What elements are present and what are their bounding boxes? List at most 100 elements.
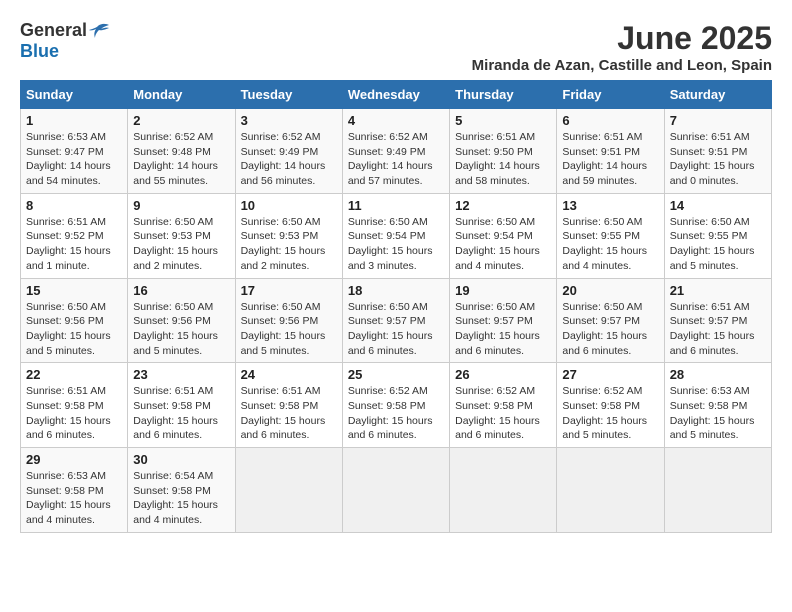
sunset-text: Sunset: 9:58 PM [26,400,104,412]
sunrise-text: Sunrise: 6:52 AM [348,385,428,397]
calendar-week-row: 22 Sunrise: 6:51 AM Sunset: 9:58 PM Dayl… [21,363,772,448]
sunrise-text: Sunrise: 6:51 AM [670,131,750,143]
sunset-text: Sunset: 9:58 PM [241,400,319,412]
day-info: Sunrise: 6:50 AM Sunset: 9:56 PM Dayligh… [26,300,122,359]
sunrise-text: Sunrise: 6:50 AM [455,301,535,313]
day-number: 21 [670,283,766,298]
daylight-text: Daylight: 15 hours and 2 minutes. [241,245,326,272]
title-block: June 2025 Miranda de Azan, Castille and … [472,20,772,74]
sunrise-text: Sunrise: 6:50 AM [241,216,321,228]
sunrise-text: Sunrise: 6:53 AM [670,385,750,397]
day-number: 25 [348,367,444,382]
calendar-cell: 13 Sunrise: 6:50 AM Sunset: 9:55 PM Dayl… [557,193,664,278]
header-monday: Monday [128,81,235,109]
sunrise-text: Sunrise: 6:51 AM [26,216,106,228]
calendar-cell: 9 Sunrise: 6:50 AM Sunset: 9:53 PM Dayli… [128,193,235,278]
day-info: Sunrise: 6:50 AM Sunset: 9:57 PM Dayligh… [562,300,658,359]
day-info: Sunrise: 6:50 AM Sunset: 9:55 PM Dayligh… [562,215,658,274]
daylight-text: Daylight: 15 hours and 6 minutes. [26,415,111,442]
calendar-cell: 17 Sunrise: 6:50 AM Sunset: 9:56 PM Dayl… [235,278,342,363]
day-number: 18 [348,283,444,298]
daylight-text: Daylight: 15 hours and 5 minutes. [670,415,755,442]
day-number: 7 [670,113,766,128]
day-number: 6 [562,113,658,128]
calendar-week-row: 29 Sunrise: 6:53 AM Sunset: 9:58 PM Dayl… [21,448,772,533]
sunset-text: Sunset: 9:50 PM [455,146,533,158]
daylight-text: Daylight: 15 hours and 6 minutes. [562,330,647,357]
day-number: 2 [133,113,229,128]
sunset-text: Sunset: 9:57 PM [348,315,426,327]
day-info: Sunrise: 6:50 AM Sunset: 9:53 PM Dayligh… [133,215,229,274]
day-info: Sunrise: 6:50 AM Sunset: 9:54 PM Dayligh… [348,215,444,274]
sunset-text: Sunset: 9:57 PM [562,315,640,327]
day-number: 10 [241,198,337,213]
daylight-text: Daylight: 15 hours and 6 minutes. [670,330,755,357]
day-info: Sunrise: 6:51 AM Sunset: 9:57 PM Dayligh… [670,300,766,359]
sunset-text: Sunset: 9:49 PM [348,146,426,158]
sunrise-text: Sunrise: 6:51 AM [26,385,106,397]
daylight-text: Daylight: 15 hours and 4 minutes. [562,245,647,272]
sunrise-text: Sunrise: 6:51 AM [455,131,535,143]
sunrise-text: Sunrise: 6:51 AM [133,385,213,397]
day-number: 16 [133,283,229,298]
day-number: 29 [26,452,122,467]
calendar-cell: 28 Sunrise: 6:53 AM Sunset: 9:58 PM Dayl… [664,363,771,448]
sunrise-text: Sunrise: 6:52 AM [133,131,213,143]
day-info: Sunrise: 6:51 AM Sunset: 9:58 PM Dayligh… [26,384,122,443]
sunset-text: Sunset: 9:54 PM [348,230,426,242]
day-info: Sunrise: 6:52 AM Sunset: 9:49 PM Dayligh… [348,130,444,189]
daylight-text: Daylight: 15 hours and 1 minute. [26,245,111,272]
day-info: Sunrise: 6:52 AM Sunset: 9:58 PM Dayligh… [455,384,551,443]
day-info: Sunrise: 6:51 AM Sunset: 9:50 PM Dayligh… [455,130,551,189]
calendar-cell: 30 Sunrise: 6:54 AM Sunset: 9:58 PM Dayl… [128,448,235,533]
daylight-text: Daylight: 15 hours and 4 minutes. [26,499,111,526]
daylight-text: Daylight: 15 hours and 5 minutes. [26,330,111,357]
day-info: Sunrise: 6:54 AM Sunset: 9:58 PM Dayligh… [133,469,229,528]
calendar-cell: 7 Sunrise: 6:51 AM Sunset: 9:51 PM Dayli… [664,109,771,194]
header-wednesday: Wednesday [342,81,449,109]
daylight-text: Daylight: 15 hours and 5 minutes. [670,245,755,272]
sunrise-text: Sunrise: 6:50 AM [241,301,321,313]
logo: General Blue [20,20,109,62]
daylight-text: Daylight: 15 hours and 5 minutes. [241,330,326,357]
sunset-text: Sunset: 9:52 PM [26,230,104,242]
sunrise-text: Sunrise: 6:50 AM [562,216,642,228]
day-number: 23 [133,367,229,382]
daylight-text: Daylight: 15 hours and 2 minutes. [133,245,218,272]
calendar-cell: 23 Sunrise: 6:51 AM Sunset: 9:58 PM Dayl… [128,363,235,448]
calendar-week-row: 1 Sunrise: 6:53 AM Sunset: 9:47 PM Dayli… [21,109,772,194]
day-number: 20 [562,283,658,298]
sunset-text: Sunset: 9:58 PM [348,400,426,412]
sunrise-text: Sunrise: 6:50 AM [348,216,428,228]
sunset-text: Sunset: 9:58 PM [455,400,533,412]
month-title: June 2025 [472,20,772,57]
calendar-cell [450,448,557,533]
day-info: Sunrise: 6:50 AM Sunset: 9:57 PM Dayligh… [455,300,551,359]
daylight-text: Daylight: 14 hours and 55 minutes. [133,160,218,187]
daylight-text: Daylight: 14 hours and 54 minutes. [26,160,111,187]
sunset-text: Sunset: 9:56 PM [241,315,319,327]
sunset-text: Sunset: 9:53 PM [133,230,211,242]
sunrise-text: Sunrise: 6:50 AM [26,301,106,313]
calendar-cell: 2 Sunrise: 6:52 AM Sunset: 9:48 PM Dayli… [128,109,235,194]
calendar-cell: 25 Sunrise: 6:52 AM Sunset: 9:58 PM Dayl… [342,363,449,448]
day-number: 27 [562,367,658,382]
day-number: 24 [241,367,337,382]
day-number: 19 [455,283,551,298]
header-tuesday: Tuesday [235,81,342,109]
header-sunday: Sunday [21,81,128,109]
day-info: Sunrise: 6:51 AM Sunset: 9:51 PM Dayligh… [562,130,658,189]
sunrise-text: Sunrise: 6:50 AM [455,216,535,228]
day-info: Sunrise: 6:51 AM Sunset: 9:52 PM Dayligh… [26,215,122,274]
calendar-cell [342,448,449,533]
day-number: 3 [241,113,337,128]
calendar-week-row: 8 Sunrise: 6:51 AM Sunset: 9:52 PM Dayli… [21,193,772,278]
daylight-text: Daylight: 14 hours and 58 minutes. [455,160,540,187]
sunrise-text: Sunrise: 6:52 AM [348,131,428,143]
sunrise-text: Sunrise: 6:51 AM [241,385,321,397]
day-info: Sunrise: 6:51 AM Sunset: 9:58 PM Dayligh… [133,384,229,443]
calendar-cell: 14 Sunrise: 6:50 AM Sunset: 9:55 PM Dayl… [664,193,771,278]
calendar-week-row: 15 Sunrise: 6:50 AM Sunset: 9:56 PM Dayl… [21,278,772,363]
sunrise-text: Sunrise: 6:50 AM [562,301,642,313]
day-number: 26 [455,367,551,382]
